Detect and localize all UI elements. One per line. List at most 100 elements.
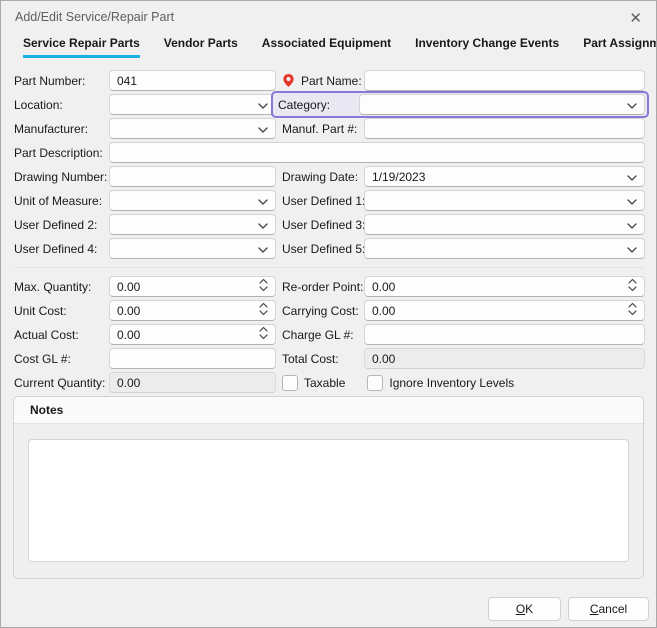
- carrying-cost-label: Carrying Cost:: [282, 304, 359, 318]
- form-area: Part Number: Part Name: Location: Catego…: [14, 70, 643, 393]
- notes-groupbox: Notes: [13, 396, 644, 579]
- unit-cost-stepper[interactable]: 0.00: [109, 300, 276, 321]
- charge-gl-label: Charge GL #:: [282, 328, 354, 342]
- row-manufacturer: Manufacturer: Manuf. Part #:: [14, 118, 643, 139]
- location-pin-icon: [282, 73, 295, 88]
- part-name-input[interactable]: [364, 70, 645, 91]
- add-edit-service-repair-part-dialog: Add/Edit Service/Repair Part ✕ Service R…: [0, 0, 657, 628]
- spinner-icon[interactable]: [628, 278, 637, 295]
- tab-vendor-parts[interactable]: Vendor Parts: [164, 36, 238, 58]
- carrying-cost-stepper[interactable]: 0.00: [364, 300, 645, 321]
- row-ud2-ud3: User Defined 2: User Defined 3:: [14, 214, 643, 235]
- current-quantity-label: Current Quantity:: [14, 376, 109, 390]
- ok-button[interactable]: OK: [488, 597, 561, 621]
- user-defined-1-dropdown[interactable]: [364, 190, 645, 211]
- chevron-down-icon: [258, 218, 268, 232]
- user-defined-3-label: User Defined 3:: [282, 218, 364, 232]
- user-defined-5-label: User Defined 5:: [282, 242, 364, 256]
- chevron-down-icon: [627, 194, 637, 208]
- part-number-label: Part Number:: [14, 74, 109, 88]
- part-description-input[interactable]: [109, 142, 645, 163]
- user-defined-3-dropdown[interactable]: [364, 214, 645, 235]
- row-unit-carrying: Unit Cost: 0.00 Carrying Cost: 0.00: [14, 300, 643, 321]
- location-label: Location:: [14, 98, 109, 112]
- notes-textarea[interactable]: [28, 439, 629, 562]
- max-quantity-label: Max. Quantity:: [14, 280, 109, 294]
- actual-cost-stepper[interactable]: 0.00: [109, 324, 276, 345]
- spinner-icon[interactable]: [259, 302, 268, 319]
- taxable-checkbox[interactable]: [282, 375, 298, 391]
- user-defined-4-label: User Defined 4:: [14, 242, 109, 256]
- charge-gl-input[interactable]: [364, 324, 645, 345]
- manuf-part-label: Manuf. Part #:: [282, 122, 357, 136]
- spinner-icon[interactable]: [628, 302, 637, 319]
- row-drawing: Drawing Number: Drawing Date: 1/19/2023: [14, 166, 643, 187]
- tab-associated-equipment[interactable]: Associated Equipment: [262, 36, 391, 58]
- category-focus-ring: Category:: [271, 91, 649, 118]
- user-defined-2-label: User Defined 2:: [14, 218, 109, 232]
- taxable-label: Taxable: [304, 376, 345, 390]
- manuf-part-input[interactable]: [364, 118, 645, 139]
- row-current-checkboxes: Current Quantity: 0.00 Taxable Ignore In…: [14, 372, 643, 393]
- user-defined-4-dropdown[interactable]: [109, 238, 276, 259]
- footer-buttons: OK Cancel: [488, 597, 649, 621]
- user-defined-2-dropdown[interactable]: [109, 214, 276, 235]
- user-defined-1-label: User Defined 1:: [282, 194, 364, 208]
- ignore-inventory-levels-label: Ignore Inventory Levels: [389, 376, 514, 390]
- manufacturer-dropdown[interactable]: [109, 118, 276, 139]
- chevron-down-icon: [627, 170, 637, 184]
- row-actual-charge: Actual Cost: 0.00 Charge GL #:: [14, 324, 643, 345]
- current-quantity-field: 0.00: [109, 372, 276, 393]
- row-ud4-ud5: User Defined 4: User Defined 5:: [14, 238, 643, 259]
- cost-gl-input[interactable]: [109, 348, 276, 369]
- row-part-description: Part Description:: [14, 142, 643, 163]
- spinner-icon[interactable]: [259, 278, 268, 295]
- part-description-label: Part Description:: [14, 146, 109, 160]
- chevron-down-icon: [258, 98, 268, 112]
- location-dropdown[interactable]: [109, 94, 276, 115]
- total-cost-field: 0.00: [364, 348, 645, 369]
- tab-inventory-change-events[interactable]: Inventory Change Events: [415, 36, 559, 58]
- category-dropdown[interactable]: [359, 94, 645, 115]
- manufacturer-label: Manufacturer:: [14, 122, 109, 136]
- reorder-point-stepper[interactable]: 0.00: [364, 276, 645, 297]
- drawing-date-dropdown[interactable]: 1/19/2023: [364, 166, 645, 187]
- category-label: Category:: [277, 98, 359, 112]
- tab-part-assignments[interactable]: Part Assignments: [583, 36, 657, 58]
- actual-cost-label: Actual Cost:: [14, 328, 109, 342]
- tab-service-repair-parts[interactable]: Service Repair Parts: [23, 36, 140, 58]
- unit-of-measure-label: Unit of Measure:: [14, 194, 109, 208]
- part-number-input[interactable]: [109, 70, 276, 91]
- row-costgl-total: Cost GL #: Total Cost: 0.00: [14, 348, 643, 369]
- drawing-date-label: Drawing Date:: [282, 170, 358, 184]
- row-part-number-name: Part Number: Part Name:: [14, 70, 643, 91]
- part-name-label: Part Name:: [301, 74, 362, 88]
- spinner-icon[interactable]: [259, 326, 268, 343]
- cancel-button[interactable]: Cancel: [568, 597, 649, 621]
- close-icon[interactable]: ✕: [629, 11, 642, 26]
- chevron-down-icon: [627, 98, 637, 112]
- chevron-down-icon: [627, 242, 637, 256]
- chevron-down-icon: [258, 122, 268, 136]
- notes-title: Notes: [30, 403, 63, 417]
- tab-bar: Service Repair Parts Vendor Parts Associ…: [23, 36, 656, 58]
- cost-gl-label: Cost GL #:: [14, 352, 109, 366]
- row-uom-ud1: Unit of Measure: User Defined 1:: [14, 190, 643, 211]
- row-max-reorder: Max. Quantity: 0.00 Re-order Point: 0.00: [14, 276, 643, 297]
- dialog-title: Add/Edit Service/Repair Part: [15, 10, 174, 24]
- chevron-down-icon: [258, 194, 268, 208]
- chevron-down-icon: [627, 218, 637, 232]
- max-quantity-stepper[interactable]: 0.00: [109, 276, 276, 297]
- ignore-inventory-levels-checkbox[interactable]: [367, 375, 383, 391]
- unit-of-measure-dropdown[interactable]: [109, 190, 276, 211]
- row-location-category: Location: Category:: [14, 94, 643, 115]
- total-cost-label: Total Cost:: [282, 352, 339, 366]
- title-bar: Add/Edit Service/Repair Part ✕: [1, 1, 656, 26]
- drawing-number-label: Drawing Number:: [14, 170, 109, 184]
- notes-header: Notes: [14, 397, 643, 424]
- drawing-number-input[interactable]: [109, 166, 276, 187]
- section-divider: [14, 267, 643, 268]
- user-defined-5-dropdown[interactable]: [364, 238, 645, 259]
- reorder-point-label: Re-order Point:: [282, 280, 363, 294]
- unit-cost-label: Unit Cost:: [14, 304, 109, 318]
